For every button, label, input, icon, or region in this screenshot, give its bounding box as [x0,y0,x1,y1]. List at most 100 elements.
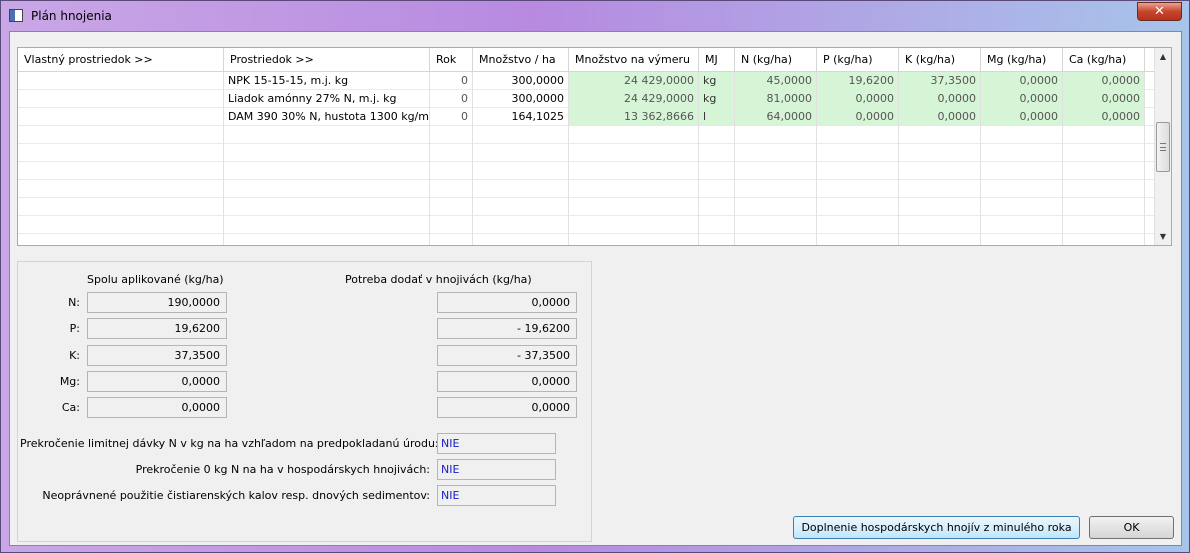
empty-cell [569,144,699,162]
plan-window: Plán hnojenia ✕ Vlastný prostriedok >> P… [0,0,1190,553]
empty-cell [899,198,981,216]
col-own-product[interactable]: Vlastný prostriedok >> [18,48,224,72]
col-mj[interactable]: MJ [699,48,735,72]
empty-cell [18,180,224,198]
empty-cell [473,162,569,180]
empty-row[interactable] [18,198,1156,216]
empty-cell [473,234,569,245]
empty-cell [18,216,224,234]
empty-cell [18,162,224,180]
empty-cell [430,216,473,234]
empty-row[interactable] [18,180,1156,198]
empty-cell [569,126,699,144]
col-year[interactable]: Rok [430,48,473,72]
grid-body: NPK 15-15-15, m.j. kg 0 300,0000 24 429,… [18,72,1156,245]
empty-cell [224,126,430,144]
empty-cell [899,126,981,144]
col-qty-ha[interactable]: Množstvo / ha [473,48,569,72]
empty-cell [699,180,735,198]
empty-cell [473,126,569,144]
empty-row[interactable] [18,162,1156,180]
empty-cell [569,198,699,216]
empty-cell [430,144,473,162]
cell-qty-area: 24 429,0000 [569,90,699,108]
empty-cell [817,234,899,245]
cell-k: 0,0000 [899,108,981,126]
cell-year[interactable]: 0 [430,90,473,108]
fill-manure-button[interactable]: Doplnenie hospodárskych hnojív z minuléh… [793,516,1080,539]
empty-cell [18,126,224,144]
empty-cell [899,216,981,234]
scroll-up-icon[interactable]: ▲ [1155,48,1171,65]
cell-product[interactable]: Liadok amónny 27% N, m.j. kg [224,90,430,108]
empty-cell [735,234,817,245]
cell-qty-ha[interactable]: 300,0000 [473,90,569,108]
grid-header: Vlastný prostriedok >> Prostriedok >> Ro… [18,48,1156,72]
empty-cell [1063,180,1145,198]
check-sludge-label: Neoprávnené použitie čistiarenských kalo… [42,489,430,502]
scroll-down-icon[interactable]: ▼ [1155,228,1171,245]
empty-cell [473,216,569,234]
col-k[interactable]: K (kg/ha) [899,48,981,72]
cell-qty-area: 24 429,0000 [569,72,699,90]
col-ca[interactable]: Ca (kg/ha) [1063,48,1145,72]
cell-qty-area: 13 362,8666 [569,108,699,126]
cell-mg: 0,0000 [981,72,1063,90]
col-n[interactable]: N (kg/ha) [735,48,817,72]
label-k: K: [69,349,80,362]
cell-year[interactable]: 0 [430,72,473,90]
col-product[interactable]: Prostriedok >> [224,48,430,72]
empty-cell [224,162,430,180]
empty-cell [981,234,1063,245]
empty-cell [224,216,430,234]
cell-qty-ha[interactable]: 300,0000 [473,72,569,90]
scroll-thumb[interactable] [1156,122,1170,172]
cell-qty-ha[interactable]: 164,1025 [473,108,569,126]
empty-cell [981,198,1063,216]
cell-n: 81,0000 [735,90,817,108]
empty-cell [1063,234,1145,245]
cell-year[interactable]: 0 [430,108,473,126]
col-qty-area[interactable]: Množstvo na výmeru [569,48,699,72]
cell-k: 0,0000 [899,90,981,108]
dialog-client: Vlastný prostriedok >> Prostriedok >> Ro… [9,31,1182,546]
empty-cell [735,144,817,162]
col-p[interactable]: P (kg/ha) [817,48,899,72]
empty-cell [18,234,224,245]
cell-product[interactable]: DAM 390 30% N, hustota 1300 kg/m3, [224,108,430,126]
cell-mj: kg [699,90,735,108]
empty-cell [699,126,735,144]
empty-cell [1063,144,1145,162]
table-row[interactable]: NPK 15-15-15, m.j. kg 0 300,0000 24 429,… [18,72,1156,90]
cell-product[interactable]: NPK 15-15-15, m.j. kg [224,72,430,90]
empty-cell [981,180,1063,198]
cell-own[interactable] [18,108,224,126]
empty-row[interactable] [18,216,1156,234]
table-row[interactable]: Liadok amónny 27% N, m.j. kg 0 300,0000 … [18,90,1156,108]
empty-cell [569,180,699,198]
ok-button[interactable]: OK [1089,516,1174,539]
close-button[interactable]: ✕ [1137,2,1182,21]
empty-row[interactable] [18,234,1156,245]
col-mg[interactable]: Mg (kg/ha) [981,48,1063,72]
cell-mj: l [699,108,735,126]
need-p-field: - 19,6200 [437,318,577,339]
empty-cell [817,144,899,162]
table-row[interactable]: DAM 390 30% N, hustota 1300 kg/m3, 0 164… [18,108,1156,126]
cell-own[interactable] [18,72,224,90]
empty-row[interactable] [18,144,1156,162]
empty-cell [699,162,735,180]
empty-cell [899,162,981,180]
empty-cell [224,144,430,162]
grid-vertical-scrollbar[interactable]: ▲ ▼ [1154,48,1171,245]
title-bar[interactable]: Plán hnojenia ✕ [1,1,1189,31]
empty-row[interactable] [18,126,1156,144]
label-ca: Ca: [61,401,80,414]
cell-own[interactable] [18,90,224,108]
need-k-field: - 37,3500 [437,345,577,366]
empty-cell [224,180,430,198]
empty-cell [430,162,473,180]
cell-p: 0,0000 [817,90,899,108]
cell-p: 19,6200 [817,72,899,90]
cell-k: 37,3500 [899,72,981,90]
